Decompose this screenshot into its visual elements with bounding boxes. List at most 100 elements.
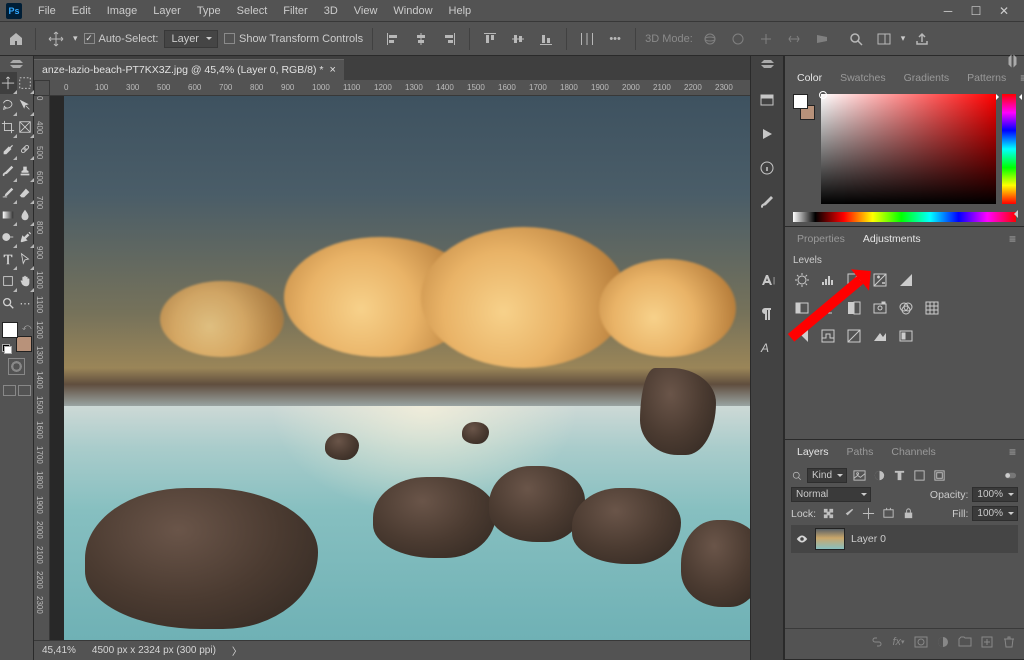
auto-select-checkbox[interactable]: Auto-Select: <box>84 33 159 45</box>
menu-3d[interactable]: 3D <box>316 3 346 19</box>
brush-panel-icon[interactable] <box>757 192 777 212</box>
tab-paths[interactable]: Paths <box>839 442 882 462</box>
close-button[interactable]: ✕ <box>990 4 1018 18</box>
search-icon[interactable] <box>845 28 867 50</box>
glyph-panel-icon[interactable]: A <box>757 338 777 358</box>
expand-tools-icon[interactable] <box>10 60 23 70</box>
gradient-tool[interactable] <box>0 204 17 226</box>
eyedropper-tool[interactable] <box>0 138 17 160</box>
menu-layer[interactable]: Layer <box>145 3 189 19</box>
expand-panels-icon[interactable] <box>761 60 774 70</box>
layer-row[interactable]: Layer 0 <box>791 525 1018 553</box>
tab-color[interactable]: Color <box>789 68 830 88</box>
foreground-color[interactable] <box>2 322 18 338</box>
tab-adjustments[interactable]: Adjustments <box>855 229 929 249</box>
play-panel-icon[interactable] <box>757 124 777 144</box>
tab-properties[interactable]: Properties <box>789 229 853 249</box>
ruler-origin[interactable] <box>34 80 50 96</box>
bw-icon[interactable] <box>845 300 863 316</box>
character-panel-icon[interactable]: | <box>757 270 777 290</box>
layer-thumbnail[interactable] <box>815 528 845 550</box>
new-layer-icon[interactable] <box>979 635 994 649</box>
selective-color-icon[interactable] <box>897 328 915 344</box>
layer-style-icon[interactable]: fx▾ <box>891 635 906 649</box>
threshold-icon[interactable] <box>845 328 863 344</box>
color-panel-menu[interactable]: ≡ <box>1016 71 1024 85</box>
path-select-tool[interactable] <box>17 248 34 270</box>
show-transform-checkbox[interactable]: Show Transform Controls <box>224 33 363 45</box>
menu-file[interactable]: File <box>30 3 64 19</box>
menu-image[interactable]: Image <box>99 3 146 19</box>
align-hcenter-icon[interactable] <box>410 28 432 50</box>
hue-slider[interactable] <box>1002 94 1016 204</box>
lock-pixels-icon[interactable] <box>840 507 856 521</box>
move-tool[interactable] <box>0 72 17 94</box>
lasso-tool[interactable] <box>0 94 17 116</box>
distribute-icon[interactable] <box>576 28 598 50</box>
gradient-map-icon[interactable] <box>871 328 889 344</box>
maximize-button[interactable]: ☐ <box>962 4 990 18</box>
vibrance-icon[interactable] <box>897 272 915 288</box>
lock-transparent-icon[interactable] <box>820 507 836 521</box>
zoom-tool[interactable] <box>0 292 17 314</box>
menu-select[interactable]: Select <box>229 3 276 19</box>
history-brush-tool[interactable] <box>0 182 17 204</box>
workspace-icon[interactable] <box>873 28 895 50</box>
stamp-tool[interactable] <box>17 160 34 182</box>
ruler-vertical[interactable]: 0400500600700800900100011001200130014001… <box>34 96 50 640</box>
panel-swatch[interactable] <box>793 94 815 120</box>
tab-swatches[interactable]: Swatches <box>832 68 894 88</box>
channel-mixer-icon[interactable] <box>897 300 915 316</box>
menu-view[interactable]: View <box>346 3 386 19</box>
layer-name[interactable]: Layer 0 <box>851 533 886 545</box>
color-ramp[interactable] <box>793 212 1016 222</box>
delete-layer-icon[interactable] <box>1001 635 1016 649</box>
collapse-panels-icon[interactable] <box>1007 55 1017 68</box>
default-colors-icon[interactable] <box>2 344 10 352</box>
menu-edit[interactable]: Edit <box>64 3 99 19</box>
tab-patterns[interactable]: Patterns <box>959 68 1014 88</box>
screen-mode-button-2[interactable] <box>18 385 31 396</box>
filter-smart-icon[interactable] <box>931 469 947 483</box>
zoom-readout[interactable]: 45,41% <box>42 645 76 656</box>
align-right-icon[interactable] <box>438 28 460 50</box>
hand-tool[interactable] <box>17 270 34 292</box>
blur-tool[interactable] <box>17 204 34 226</box>
ruler-horizontal[interactable]: 0100300500600700800900100011001200130014… <box>50 80 750 96</box>
dodge-tool[interactable] <box>0 226 17 248</box>
visibility-icon[interactable] <box>795 532 809 546</box>
close-tab-icon[interactable]: × <box>329 64 335 76</box>
filter-pixel-icon[interactable] <box>851 469 867 483</box>
background-color[interactable] <box>16 336 32 352</box>
color-swatches[interactable]: ⤺ <box>2 322 32 352</box>
auto-select-target-dropdown[interactable]: Layer <box>164 30 218 48</box>
color-picker-field[interactable] <box>821 94 996 204</box>
color-lookup-icon[interactable] <box>923 300 941 316</box>
filter-adjust-icon[interactable] <box>871 469 887 483</box>
pen-tool[interactable] <box>17 226 34 248</box>
adjustment-layer-icon[interactable] <box>935 635 950 649</box>
doc-dims-readout[interactable]: 4500 px x 2324 px (300 ppi) <box>92 645 216 656</box>
align-left-icon[interactable] <box>382 28 404 50</box>
swap-colors-icon[interactable]: ⤺ <box>22 322 32 333</box>
fill-field[interactable]: 100% <box>972 506 1018 521</box>
group-icon[interactable] <box>957 635 972 649</box>
tab-channels[interactable]: Channels <box>883 442 943 462</box>
filter-shape-icon[interactable] <box>911 469 927 483</box>
screen-mode-button[interactable] <box>3 385 16 396</box>
share-icon[interactable] <box>911 28 933 50</box>
align-top-icon[interactable] <box>479 28 501 50</box>
home-button[interactable] <box>6 29 26 49</box>
brush-tool[interactable] <box>0 160 17 182</box>
crop-tool[interactable] <box>0 116 17 138</box>
posterize-icon[interactable] <box>819 328 837 344</box>
more-align-icon[interactable]: ••• <box>604 28 626 50</box>
tab-gradients[interactable]: Gradients <box>896 68 958 88</box>
align-vcenter-icon[interactable] <box>507 28 529 50</box>
menu-help[interactable]: Help <box>441 3 480 19</box>
adjust-panel-menu[interactable]: ≡ <box>1005 232 1020 246</box>
lock-position-icon[interactable] <box>860 507 876 521</box>
history-panel-icon[interactable] <box>757 90 777 110</box>
filter-type-icon[interactable] <box>891 469 907 483</box>
tab-layers[interactable]: Layers <box>789 442 837 462</box>
